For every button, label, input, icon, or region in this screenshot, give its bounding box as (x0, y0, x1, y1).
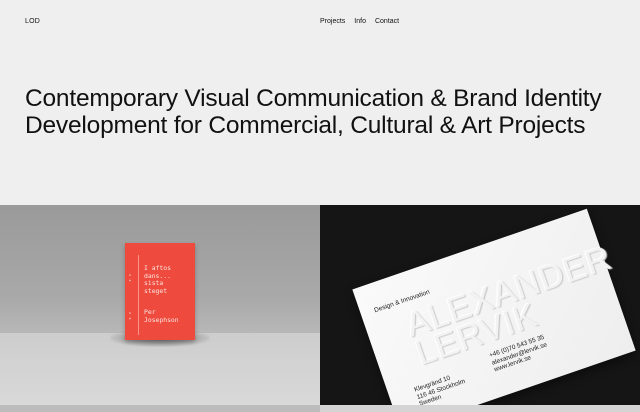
project-tile-lervik-card[interactable]: Design & Innovation ALEXANDER LERVIK Kle… (320, 205, 640, 412)
card-side-mark: ▲ ▼ (128, 273, 132, 283)
card-rule (138, 255, 139, 335)
site-logo[interactable]: LOD (25, 18, 40, 25)
red-business-card-image: ▲ ▼ ▲ ▼ I aftos dans... sista steget Per… (125, 243, 195, 340)
main-nav: Projects Info Contact (320, 18, 399, 25)
site-header: LOD Projects Info Contact (0, 0, 640, 44)
nav-projects-link[interactable]: Projects (320, 18, 345, 25)
card-address: Klevgränd 10 116 46 Stockholm Sweden (413, 374, 467, 408)
hero-headline: Contemporary Visual Communication & Bran… (25, 85, 602, 139)
white-business-card-image: Design & Innovation ALEXANDER LERVIK Kle… (352, 208, 636, 412)
nav-contact-link[interactable]: Contact (375, 18, 399, 25)
project-tile-red-card[interactable]: ▲ ▼ ▲ ▼ I aftos dans... sista steget Per… (0, 205, 320, 412)
card-quote: I aftos dans... sista steget (144, 264, 171, 295)
card-side-mark: ▲ ▼ (128, 311, 132, 321)
card-stage: Design & Innovation ALEXANDER LERVIK Kle… (320, 205, 640, 412)
next-tile-edge (320, 405, 640, 412)
nav-info-link[interactable]: Info (354, 18, 366, 25)
card-signature: Per Josephson (144, 308, 179, 324)
next-row-edge (0, 405, 640, 412)
